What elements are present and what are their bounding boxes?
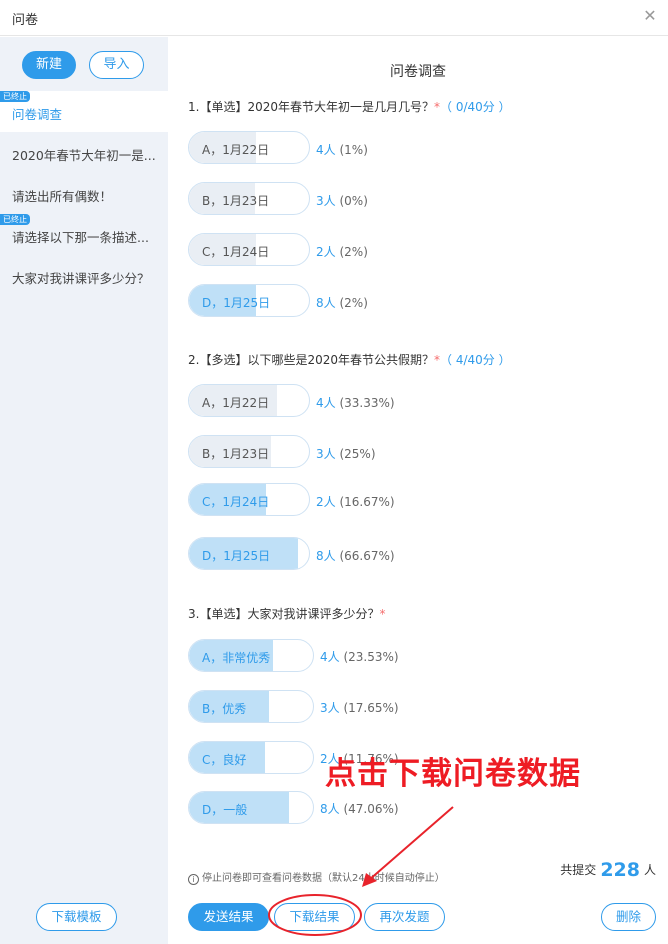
option-count: 2人 (2%) [316,245,368,259]
option-label: A，1月22日 [202,396,270,410]
sidebar-item-label: 请选出所有偶数！ [12,189,113,204]
option-button[interactable]: B，优秀 [188,690,314,723]
option-count: 2人 (16.67%) [316,495,395,509]
question-text: 2.【多选】以下哪些是2020年春节公共假期？ [188,353,434,367]
option-button[interactable]: A，非常优秀 [188,639,314,672]
sidebar-item-label: 请选择以下那一条描述... [12,230,149,245]
new-survey-button[interactable]: 新建 [22,51,76,79]
option-count: 3人 (17.65%) [320,701,399,715]
option-label: A，非常优秀 [202,651,271,665]
sidebar-item-spring-festival[interactable]: 2020年春节大年初一是... [0,132,168,173]
sidebar: 新建 导入 已终止 问卷调查 2020年春节大年初一是... 请选出所有偶数！ … [0,37,168,944]
annotation-text: 点击下载问卷数据 [325,756,581,792]
download-template-button[interactable]: 下载模板 [36,903,117,931]
option-button[interactable]: D，1月25日 [188,537,310,570]
option-button[interactable]: D，一般 [188,791,314,824]
option-count: 3人 (25%) [316,447,376,461]
resend-question-button[interactable]: 再次发题 [364,903,445,931]
option-button[interactable]: B，1月23日 [188,435,310,468]
footer-note: i 停止问卷即可查看问卷数据（默认24小时候自动停止） [188,869,445,885]
option-label: B，1月23日 [202,447,270,461]
option-count: 8人 (66.67%) [316,549,395,563]
survey-list: 已终止 问卷调查 2020年春节大年初一是... 请选出所有偶数！ 已终止 请选… [0,91,168,296]
total-prefix: 共提交 [560,863,597,877]
option-label: A，1月22日 [202,143,270,157]
survey-results: 问卷调查 1.【单选】2020年春节大年初一是几月几号？*（ 0/40分 ） A… [168,37,668,944]
option-label: B，1月23日 [202,194,270,208]
option-button[interactable]: B，1月23日 [188,182,310,215]
option-label: D，1月25日 [202,549,271,563]
sidebar-item-rating[interactable]: 大家对我讲课评多少分？ [0,255,168,296]
option-label: D，1月25日 [202,296,271,310]
info-icon: i [188,874,199,885]
sidebar-item-label: 问卷调查 [12,107,63,122]
total-count: 228 [600,859,640,881]
title-bar: 问卷 ✕ [0,0,668,36]
sidebar-item-label: 大家对我讲课评多少分？ [12,271,150,286]
download-results-button[interactable]: 下载结果 [274,903,355,931]
required-mark: * [379,607,386,621]
option-label: C，1月24日 [202,245,270,259]
question-score: （ 0/40分 ） [440,100,511,114]
page-title: 问卷调查 [390,64,446,80]
window-title: 问卷 [12,13,39,28]
option-count: 8人 (47.06%) [320,802,399,816]
import-button[interactable]: 导入 [89,51,144,79]
question-score: （ 4/40分 ） [440,353,511,367]
option-count: 8人 (2%) [316,296,368,310]
submission-total: 共提交 228 人 [560,859,656,881]
survey-window: 问卷 ✕ 新建 导入 已终止 问卷调查 2020年春节大年初一是... 请选出所… [0,0,668,944]
option-button[interactable]: C，良好 [188,741,314,774]
sidebar-item-description[interactable]: 已终止 请选择以下那一条描述... [0,214,168,255]
send-results-button[interactable]: 发送结果 [188,903,269,931]
option-count: 3人 (0%) [316,194,368,208]
sidebar-item-even-numbers[interactable]: 请选出所有偶数！ [0,173,168,214]
option-count: 4人 (23.53%) [320,650,399,664]
option-button[interactable]: C，1月24日 [188,233,310,266]
question-2-title: 2.【多选】以下哪些是2020年春节公共假期？*（ 4/40分 ） [188,351,511,368]
sidebar-item-survey[interactable]: 已终止 问卷调查 [0,91,168,132]
option-count: 4人 (33.33%) [316,396,395,410]
close-icon[interactable]: ✕ [640,6,660,26]
option-button[interactable]: D，1月25日 [188,284,310,317]
option-button[interactable]: A，1月22日 [188,384,310,417]
status-badge: 已终止 [0,91,30,102]
status-badge: 已终止 [0,214,30,225]
footer-note-text: 停止问卷即可查看问卷数据（默认24小时候自动停止） [202,873,445,884]
option-count: 4人 (1%) [316,143,368,157]
question-1-title: 1.【单选】2020年春节大年初一是几月几号？*（ 0/40分 ） [188,98,511,115]
option-button[interactable]: A，1月22日 [188,131,310,164]
question-3-title: 3.【单选】大家对我讲课评多少分？* [188,605,385,622]
option-label: B，优秀 [202,702,247,716]
option-label: C，1月24日 [202,495,270,509]
sidebar-item-label: 2020年春节大年初一是... [12,148,156,163]
question-text: 3.【单选】大家对我讲课评多少分？ [188,607,380,621]
option-label: D，一般 [202,803,248,817]
question-text: 1.【单选】2020年春节大年初一是几月几号？ [188,100,434,114]
option-button[interactable]: C，1月24日 [188,483,310,516]
delete-button[interactable]: 删除 [601,903,656,931]
total-suffix: 人 [643,863,656,877]
option-label: C，良好 [202,753,247,767]
